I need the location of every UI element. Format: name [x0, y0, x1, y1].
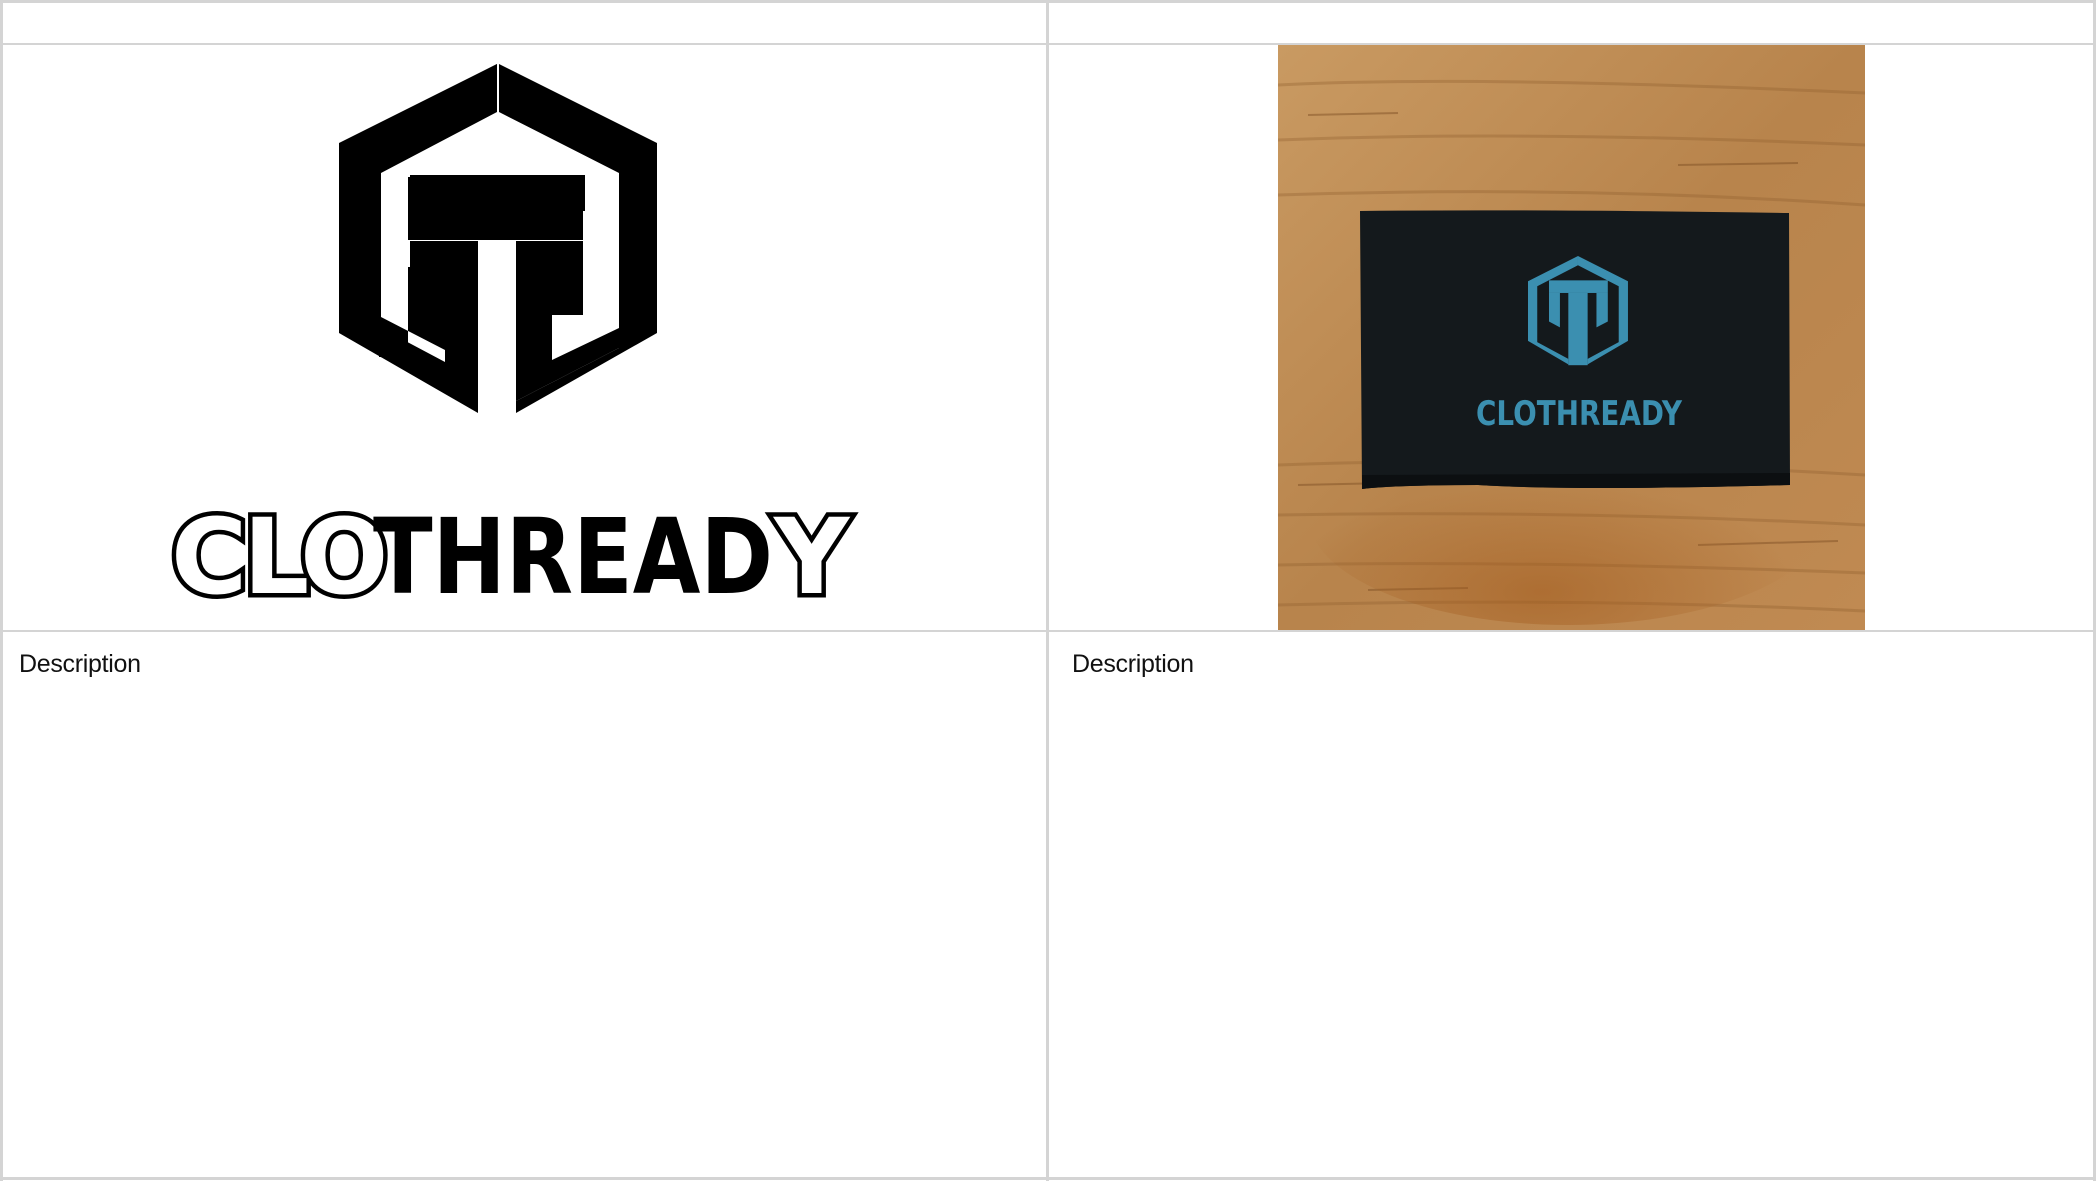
logo-image-cell: C L O C L O THREAD Y Y — [3, 45, 1046, 630]
left-description-label: Description — [19, 650, 141, 678]
hexagon-emblem-icon — [339, 64, 657, 413]
logo-wordmark: C L O C L O THREAD Y Y — [167, 492, 856, 623]
right-description-cell — [1049, 632, 2093, 1177]
table-sheet: C L O C L O THREAD Y Y CLOTHREADY Descri… — [0, 0, 2096, 1181]
svg-text:THREAD: THREAD — [373, 496, 773, 618]
label-wordmark: CLOTHREADY — [1476, 394, 1682, 434]
clothready-logo: C L O C L O THREAD Y Y — [167, 64, 856, 623]
left-description-cell — [3, 632, 1046, 1177]
svg-text:Y: Y — [772, 496, 851, 618]
woven-label-photo: CLOTHREADY — [1278, 45, 1865, 630]
right-description-label: Description — [1072, 650, 1194, 678]
svg-text:C: C — [171, 496, 245, 618]
